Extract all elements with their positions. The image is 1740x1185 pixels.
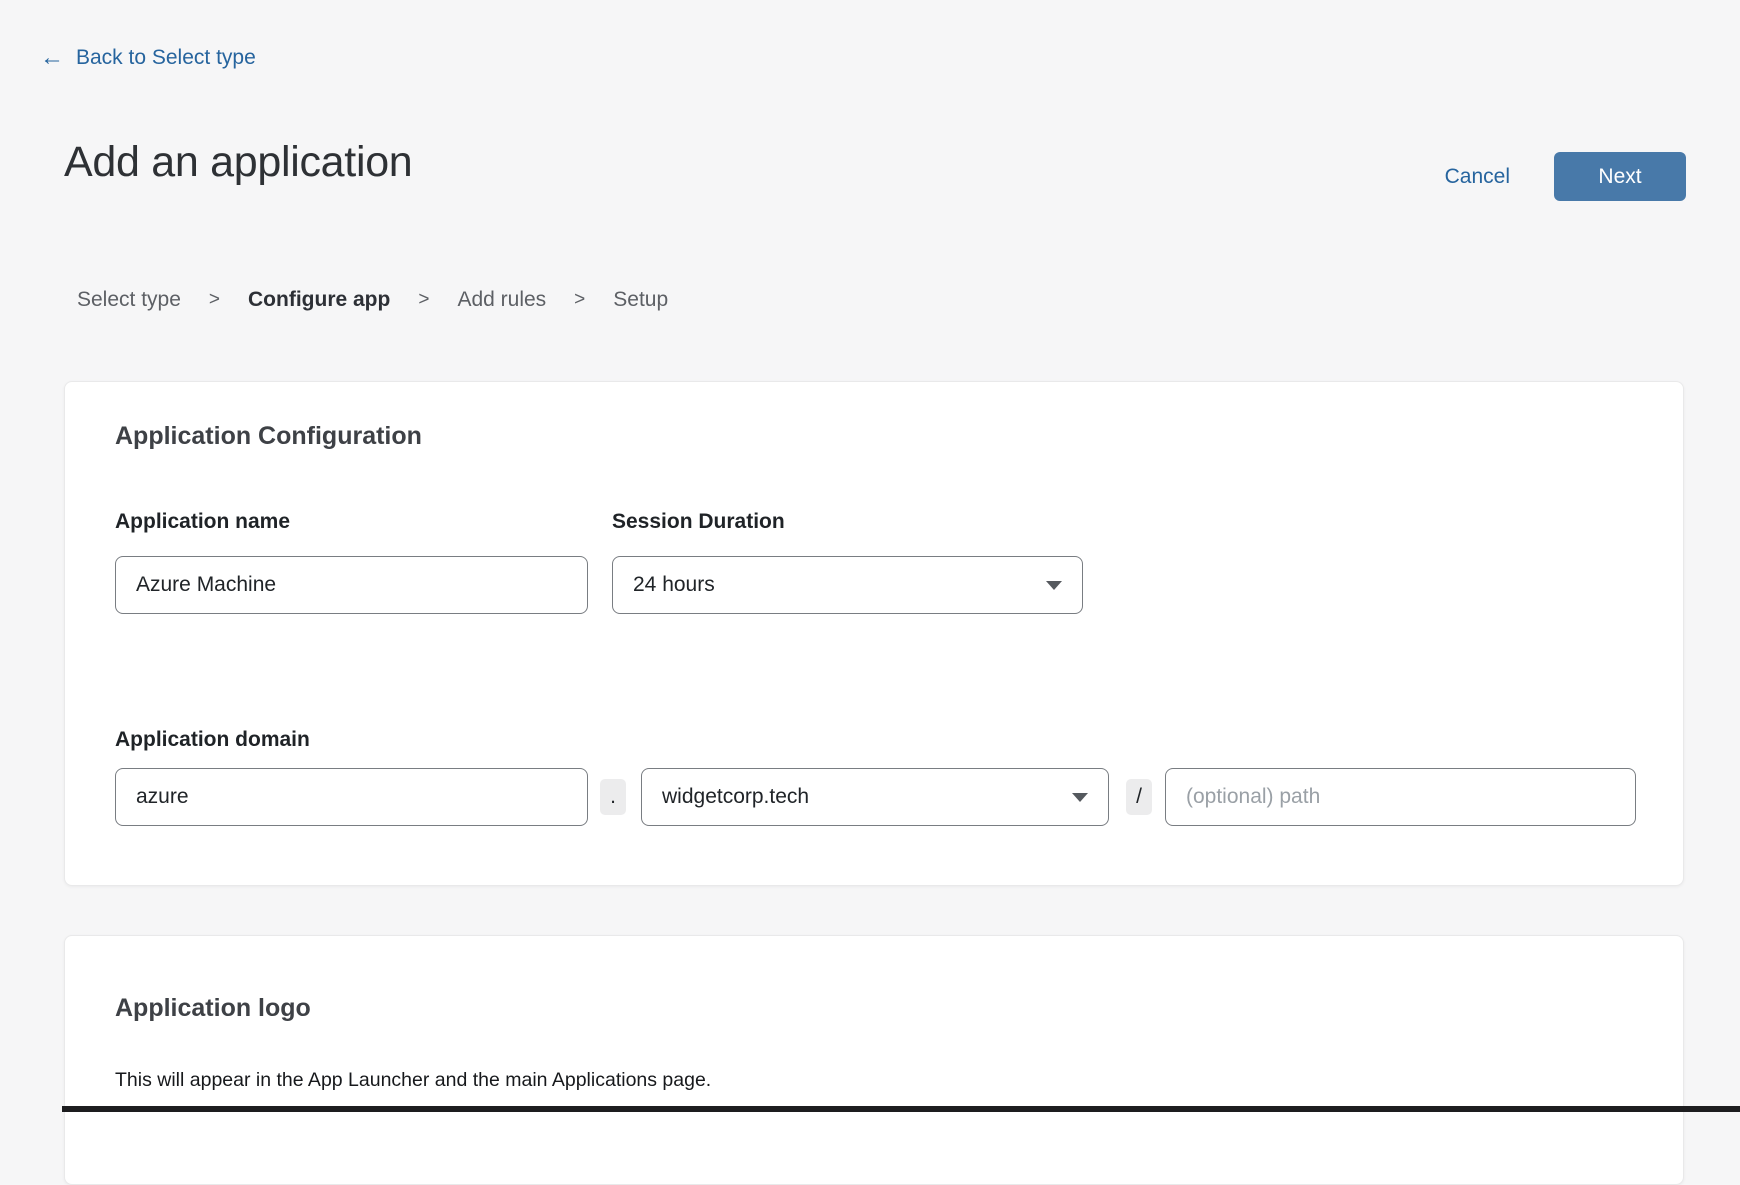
add-application-page: ← Back to Select type Add an application… [0, 0, 1740, 1112]
breadcrumb: Select type > Configure app > Add rules … [77, 288, 668, 312]
path-input[interactable] [1165, 768, 1636, 826]
session-duration-select[interactable]: 24 hours [612, 556, 1083, 614]
application-domain-label: Application domain [115, 728, 310, 752]
application-configuration-card: Application Configuration Application na… [64, 381, 1684, 886]
domain-dot-separator: . [600, 779, 626, 815]
header-actions: Cancel Next [1445, 152, 1686, 201]
cancel-button[interactable]: Cancel [1445, 165, 1510, 189]
back-link-label: Back to Select type [76, 46, 256, 70]
bottom-edge-strip [62, 1106, 1740, 1112]
domain-select[interactable]: widgetcorp.tech [641, 768, 1109, 826]
application-logo-description: This will appear in the App Launcher and… [115, 1069, 711, 1092]
breadcrumb-step-add-rules[interactable]: Add rules [457, 288, 546, 312]
application-name-input[interactable] [115, 556, 588, 614]
domain-slash-separator: / [1126, 779, 1152, 815]
page-title: Add an application [64, 138, 412, 187]
application-configuration-heading: Application Configuration [115, 422, 422, 451]
chevron-down-icon [1072, 793, 1088, 802]
breadcrumb-step-setup[interactable]: Setup [613, 288, 668, 312]
application-logo-card: Application logo This will appear in the… [64, 935, 1684, 1185]
domain-value: widgetcorp.tech [662, 785, 809, 809]
application-logo-heading: Application logo [115, 994, 311, 1023]
session-duration-value: 24 hours [633, 573, 715, 597]
breadcrumb-separator: > [418, 289, 429, 311]
application-name-label: Application name [115, 510, 290, 534]
next-button[interactable]: Next [1554, 152, 1686, 201]
breadcrumb-step-select-type[interactable]: Select type [77, 288, 181, 312]
breadcrumb-separator: > [574, 289, 585, 311]
breadcrumb-step-configure-app[interactable]: Configure app [248, 288, 390, 312]
breadcrumb-separator: > [209, 289, 220, 311]
session-duration-label: Session Duration [612, 510, 785, 534]
back-arrow-icon: ← [40, 46, 64, 70]
back-to-select-type-link[interactable]: ← Back to Select type [40, 46, 256, 70]
subdomain-input[interactable] [115, 768, 588, 826]
chevron-down-icon [1046, 581, 1062, 590]
